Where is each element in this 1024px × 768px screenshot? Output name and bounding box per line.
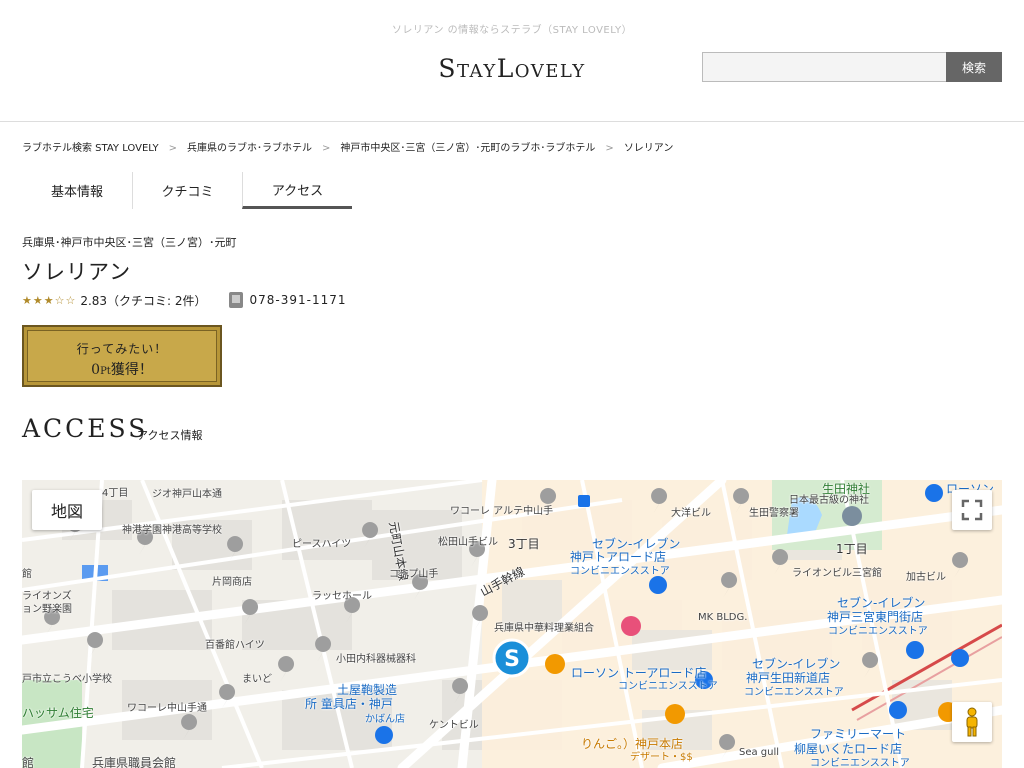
map-label: ラッセホール [312, 591, 372, 602]
map-label: ハッサム住宅 [22, 706, 94, 720]
want-to-go-button[interactable]: 行ってみたい！ 0Pt獲得！ [22, 325, 222, 387]
map-label: 片岡商店 [212, 577, 252, 588]
site-header: ソレリアン の情報ならステラブ（STAY LOVELY） StayLovely … [0, 0, 1024, 122]
map-label: ピースハイツ [292, 539, 352, 550]
map-label: 兵庫県中華料理業組合 [494, 623, 594, 634]
map-label: 3丁目 [508, 537, 540, 551]
rating-row: ★★★☆☆ 2.83（クチコミ: 2件） 078-391-1171 [22, 292, 347, 308]
search-input[interactable] [702, 52, 947, 82]
map-label: 4丁目 [102, 488, 129, 499]
tab-basic-info[interactable]: 基本情報 [22, 172, 132, 209]
breadcrumb-area[interactable]: 神戸市中央区･三宮（三ノ宮）･元町のラブホ･ラブホテル [340, 143, 595, 154]
breadcrumb-separator: > [168, 143, 178, 154]
search-button[interactable]: 検索 [946, 52, 1002, 82]
points-earned-label: 0Pt獲得！ [24, 359, 220, 379]
map-label: 加古ビル [906, 572, 946, 583]
site-logo[interactable]: StayLovely [390, 54, 634, 83]
site-tagline: ソレリアン の情報ならステラブ（STAY LOVELY） [391, 25, 633, 36]
map-label: 1丁目 [836, 542, 868, 556]
breadcrumb-separator: > [605, 143, 614, 154]
pegman-icon [966, 707, 978, 737]
points-suffix: 獲得！ [110, 362, 153, 378]
hotel-area: 兵庫県･神戸市中央区･三宮（三ノ宮）･元町 [22, 236, 237, 249]
map-label: 松田山手ビル [438, 537, 498, 548]
map-label: ワコーレ アルテ中山手 [450, 506, 554, 517]
access-subheading: アクセス情報 [137, 429, 203, 442]
fullscreen-button[interactable] [952, 490, 992, 530]
map-label: 館 [22, 569, 32, 580]
map-label: コンビニエンスストア [744, 687, 844, 698]
fullscreen-icon [961, 499, 983, 521]
map-label: 百番館ハイツ [205, 640, 265, 651]
map-label: ジオ神戸山本通 [152, 489, 222, 500]
map-label: ョン野楽園 [22, 604, 72, 615]
street-view-button[interactable] [952, 702, 992, 742]
map-label: ワコーレ中山手通 [127, 703, 207, 714]
map-type-button[interactable]: 地図 [32, 490, 102, 530]
breadcrumb-current: ソレリアン [623, 143, 674, 154]
hotel-tabs: 基本情報 クチコミ アクセス [22, 172, 352, 209]
map-label: 小田内科器械器科 [336, 654, 416, 665]
map-label: 生田警察署 [749, 508, 799, 519]
star-rating-icon: ★★★☆☆ [22, 293, 77, 307]
google-map[interactable]: S 4丁目 ジオ神戸山本通 神港学園神港高等学校 ピースハイツ 片岡商店 ライオ… [22, 480, 1002, 768]
tab-reviews[interactable]: クチコミ [132, 172, 242, 209]
map-label: コンビニエンスストア [828, 626, 928, 637]
hotel-location-marker-icon[interactable]: S [504, 647, 520, 672]
points-value: 0 [91, 362, 101, 378]
map-label: ライオンビル三宮館 [792, 568, 882, 579]
map-label: Sea gull [739, 747, 780, 758]
map-label: ケントビル [429, 720, 479, 731]
map-label: 大洋ビル [671, 508, 711, 519]
map-label: MK BLDG. [698, 612, 748, 623]
phone-icon [228, 292, 243, 308]
want-to-go-label: 行ってみたい！ [76, 342, 168, 356]
access-heading: ACCESS [22, 414, 149, 443]
breadcrumb-home[interactable]: ラブホテル検索 STAY LOVELY [22, 143, 159, 154]
map-label: コープ山手 [389, 569, 439, 580]
map-label: 戸市立こうべ小学校 [22, 674, 112, 685]
hotel-name: ソレリアン [22, 260, 132, 284]
map-label: 兵庫県職員会館 [92, 756, 177, 768]
map-label: コンビニエンスストア [570, 566, 670, 577]
map-label: かばん店 [365, 714, 405, 725]
phone-number[interactable]: 078-391-1171 [250, 293, 347, 307]
points-unit: Pt [100, 366, 111, 377]
map-label: 神港学園神港高等学校 [122, 525, 222, 536]
breadcrumb-separator: > [322, 143, 331, 154]
map-label: コンビニエンスストア [618, 681, 718, 692]
map-label: デザート・$$ [630, 752, 693, 763]
breadcrumb-prefecture[interactable]: 兵庫県のラブホ･ラブホテル [187, 143, 312, 154]
map-label: 館 [22, 756, 35, 768]
tab-access[interactable]: アクセス [242, 172, 352, 209]
map-label: 日本最古級の神社 [789, 495, 869, 506]
map-label: コンビニエンスストア [810, 758, 910, 768]
rating-text[interactable]: 2.83（クチコミ: 2件） [80, 292, 206, 309]
map-label: まいど [242, 674, 272, 685]
breadcrumb: ラブホテル検索 STAY LOVELY > 兵庫県のラブホ･ラブホテル > 神戸市中央区… [22, 139, 673, 154]
